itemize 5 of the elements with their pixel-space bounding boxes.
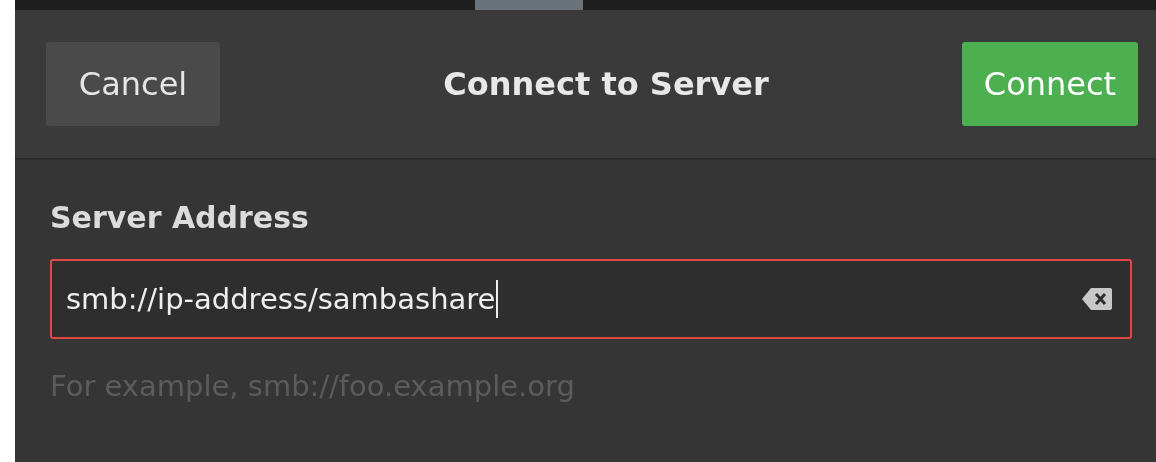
input-field[interactable]: smb://ip-address/sambashare <box>50 259 1132 339</box>
clear-icon[interactable] <box>1082 288 1112 310</box>
field-label: Server Address <box>50 200 310 235</box>
cancel-button[interactable]: Cancel <box>46 42 220 126</box>
dialog-title: Connect to Server <box>443 65 769 103</box>
